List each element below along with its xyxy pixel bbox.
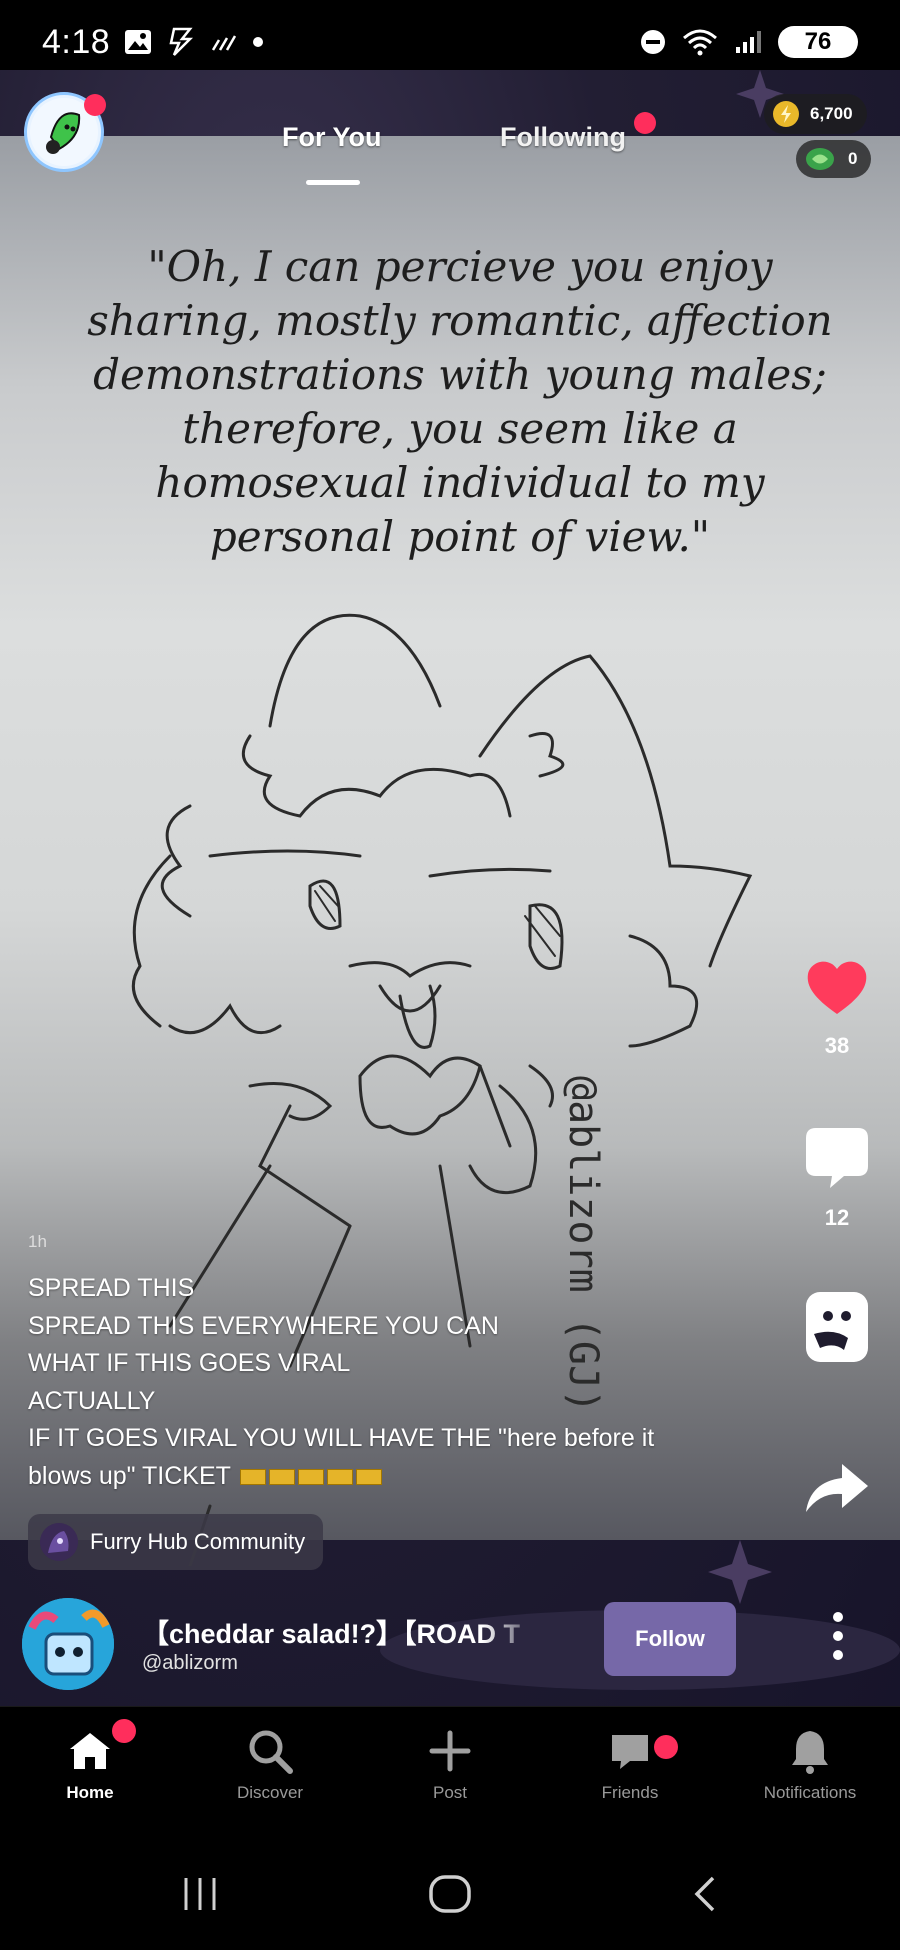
more-options-button[interactable] [820,1606,856,1666]
status-right-icons: 76 [640,26,858,58]
author-avatar[interactable] [22,1598,114,1690]
following-notification-dot [634,112,656,134]
home-system-button[interactable] [410,1866,490,1922]
chat-icon [612,1735,648,1769]
recent-apps-button[interactable] [160,1866,240,1922]
caption-line: ACTUALLY [28,1386,156,1415]
follow-button[interactable]: Follow [604,1602,736,1676]
community-tag[interactable]: Furry Hub Community [28,1514,324,1570]
tab-for-you[interactable]: For You [282,122,382,153]
plus-icon [429,1730,471,1772]
signal-off-icon [212,35,237,51]
dot-icon [253,37,264,47]
nav-friends-label: Friends [601,1783,659,1802]
status-time: 4:18 [42,22,111,61]
nav-discover-label: Discover [236,1783,304,1802]
friends-notification-dot [654,1735,678,1759]
more-dot-icon [833,1631,843,1641]
cell-signal-icon [736,31,761,53]
recent-apps-icon [184,1878,216,1910]
share-action[interactable] [800,1460,874,1521]
caption-line: SPREAD THIS EVERYWHERE YOU CAN [28,1311,499,1340]
comment-icon [806,1128,868,1188]
back-button[interactable] [664,1866,744,1922]
gallery-icon [125,30,152,54]
author-row: 【cheddar salad!?】【ROAD T @ablizorm Follo… [0,1588,900,1698]
remix-icon [806,1292,868,1362]
nav-home-label: Home [66,1783,114,1802]
nav-icon-wrap [560,1721,700,1781]
nav-friends[interactable]: Friends [560,1721,700,1803]
author-display-name[interactable]: 【cheddar salad!?】【ROAD T [142,1612,542,1651]
bell-icon [792,1731,828,1774]
gem-balance[interactable]: 0 [796,140,872,178]
ticket-emoji-icon [298,1468,325,1485]
dnd-icon [641,30,665,54]
coin-count: 6,700 [810,104,853,123]
comment-action[interactable]: 12 [800,1124,874,1231]
heart-icon [807,961,867,1014]
like-action[interactable]: 38 [800,958,874,1059]
home-icon [70,1733,110,1769]
caption-line: IF IT GOES VIRAL YOU WILL HAVE THE "here… [28,1424,655,1452]
nav-post[interactable]: Post [380,1721,520,1803]
active-tab-indicator [306,180,360,185]
caption-line: WHAT IF THIS GOES VIRAL [28,1349,351,1377]
caption-last-line: blows up" TICKET [28,1458,748,1496]
ticket-emoji-icon [269,1468,296,1485]
battery-indicator: 76 [778,26,858,58]
ticket-emoji-icon [356,1468,383,1485]
back-chevron-icon [694,1876,715,1912]
nav-home[interactable]: Home [20,1721,160,1803]
remix-action[interactable] [800,1290,874,1369]
home-circle-icon [429,1875,471,1913]
nav-icon-wrap [20,1721,160,1781]
ticket-emoji-icon [327,1468,354,1485]
nav-icon-wrap [380,1721,520,1781]
post-quote-text: "Oh, I can percieve you enjoy sharing, m… [87,242,833,561]
profile-notification-dot [84,94,106,116]
nav-notifications[interactable]: Notifications [740,1721,880,1803]
nav-post-label: Post [432,1783,468,1802]
video-feed[interactable]: "Oh, I can percieve you enjoy sharing, m… [0,70,900,1706]
caption-line: SPREAD THIS [28,1274,195,1302]
bottom-navigation: Home Discover Post Friends Notifications [0,1706,900,1836]
tab-following[interactable]: Following [500,122,626,153]
gem-icon [806,148,834,170]
author-avatar-image [22,1598,114,1690]
community-name: Furry Hub Community [90,1529,306,1554]
like-count: 38 [824,1033,850,1058]
more-dot-icon [833,1650,843,1660]
nav-icon-wrap [740,1721,880,1781]
comment-count: 12 [824,1205,850,1230]
search-icon [249,1730,293,1774]
coin-balance[interactable]: 6,700 [764,94,867,134]
nav-discover[interactable]: Discover [200,1721,340,1803]
home-notification-dot [112,1719,136,1743]
coin-icon [773,101,799,127]
bolt-icon [169,27,194,56]
gem-count: 0 [848,149,858,168]
author-handle[interactable]: @ablizorm [142,1652,238,1675]
ticket-emoji-icon [240,1468,267,1485]
post-timestamp: 1h [28,1232,47,1251]
more-dot-icon [833,1612,843,1622]
wifi-icon [683,29,717,56]
post-caption: SPREAD THIS SPREAD THIS EVERYWHERE YOU C… [28,1270,748,1495]
caption-line: blows up" TICKET [28,1461,231,1490]
nav-notifications-label: Notifications [763,1783,857,1802]
community-avatar-icon [40,1523,78,1561]
system-navigation-bar [0,1836,900,1950]
nav-icon-wrap [200,1721,340,1781]
share-arrow-icon [806,1464,868,1512]
status-notification-icons [124,27,264,57]
